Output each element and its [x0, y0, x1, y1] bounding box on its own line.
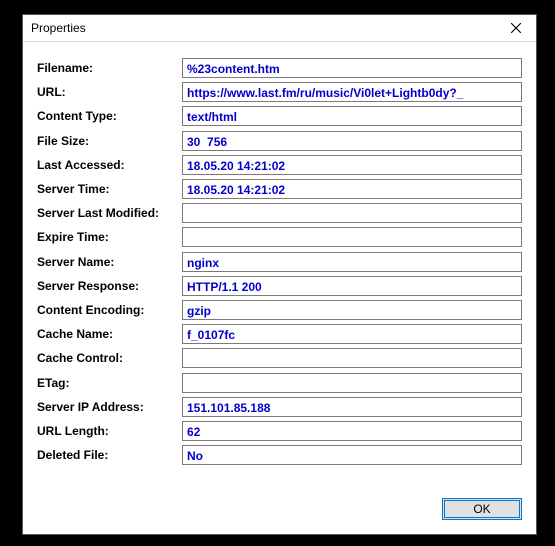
- field-row: Server Name:: [37, 250, 522, 274]
- field-row: Server Response:: [37, 274, 522, 298]
- field-value[interactable]: [182, 445, 522, 465]
- field-label: Server Last Modified:: [37, 206, 182, 220]
- field-row: Content Type:: [37, 104, 522, 128]
- field-value[interactable]: [182, 82, 522, 102]
- field-row: Server IP Address:: [37, 395, 522, 419]
- field-value[interactable]: [182, 227, 522, 247]
- field-row: File Size:: [37, 129, 522, 153]
- field-row: URL Length:: [37, 419, 522, 443]
- field-value[interactable]: [182, 348, 522, 368]
- field-row: Expire Time:: [37, 225, 522, 249]
- field-row: Filename:: [37, 56, 522, 80]
- field-row: Deleted File:: [37, 443, 522, 467]
- field-label: Deleted File:: [37, 448, 182, 462]
- field-label: Cache Control:: [37, 351, 182, 365]
- field-row: Server Last Modified:: [37, 201, 522, 225]
- field-value[interactable]: [182, 276, 522, 296]
- field-value[interactable]: [182, 300, 522, 320]
- field-row: Server Time:: [37, 177, 522, 201]
- ok-button[interactable]: OK: [442, 498, 522, 520]
- field-label: Server Name:: [37, 255, 182, 269]
- field-value[interactable]: [182, 131, 522, 151]
- field-value[interactable]: [182, 203, 522, 223]
- field-label: ETag:: [37, 376, 182, 390]
- field-label: Server Response:: [37, 279, 182, 293]
- window-title: Properties: [31, 21, 496, 35]
- field-value[interactable]: [182, 58, 522, 78]
- field-label: URL Length:: [37, 424, 182, 438]
- field-value[interactable]: [182, 397, 522, 417]
- field-value[interactable]: [182, 421, 522, 441]
- field-row: ETag:: [37, 370, 522, 394]
- field-value[interactable]: [182, 373, 522, 393]
- field-label: Expire Time:: [37, 230, 182, 244]
- field-label: Server IP Address:: [37, 400, 182, 414]
- field-label: File Size:: [37, 134, 182, 148]
- field-value[interactable]: [182, 155, 522, 175]
- close-button[interactable]: [496, 15, 536, 41]
- field-row: Cache Name:: [37, 322, 522, 346]
- field-label: Server Time:: [37, 182, 182, 196]
- footer: OK: [23, 492, 536, 534]
- titlebar: Properties: [23, 15, 536, 42]
- field-label: Content Type:: [37, 109, 182, 123]
- field-label: Filename:: [37, 61, 182, 75]
- field-row: Content Encoding:: [37, 298, 522, 322]
- content-area: Filename: URL: Content Type: File Size: …: [23, 42, 536, 492]
- field-value[interactable]: [182, 252, 522, 272]
- properties-dialog: Properties Filename: URL: Content Type: …: [22, 14, 537, 535]
- field-label: URL:: [37, 85, 182, 99]
- field-label: Cache Name:: [37, 327, 182, 341]
- field-value[interactable]: [182, 324, 522, 344]
- field-value[interactable]: [182, 179, 522, 199]
- field-row: Last Accessed:: [37, 153, 522, 177]
- field-row: Cache Control:: [37, 346, 522, 370]
- close-icon: [511, 23, 521, 33]
- field-label: Last Accessed:: [37, 158, 182, 172]
- field-value[interactable]: [182, 106, 522, 126]
- field-row: URL:: [37, 80, 522, 104]
- field-label: Content Encoding:: [37, 303, 182, 317]
